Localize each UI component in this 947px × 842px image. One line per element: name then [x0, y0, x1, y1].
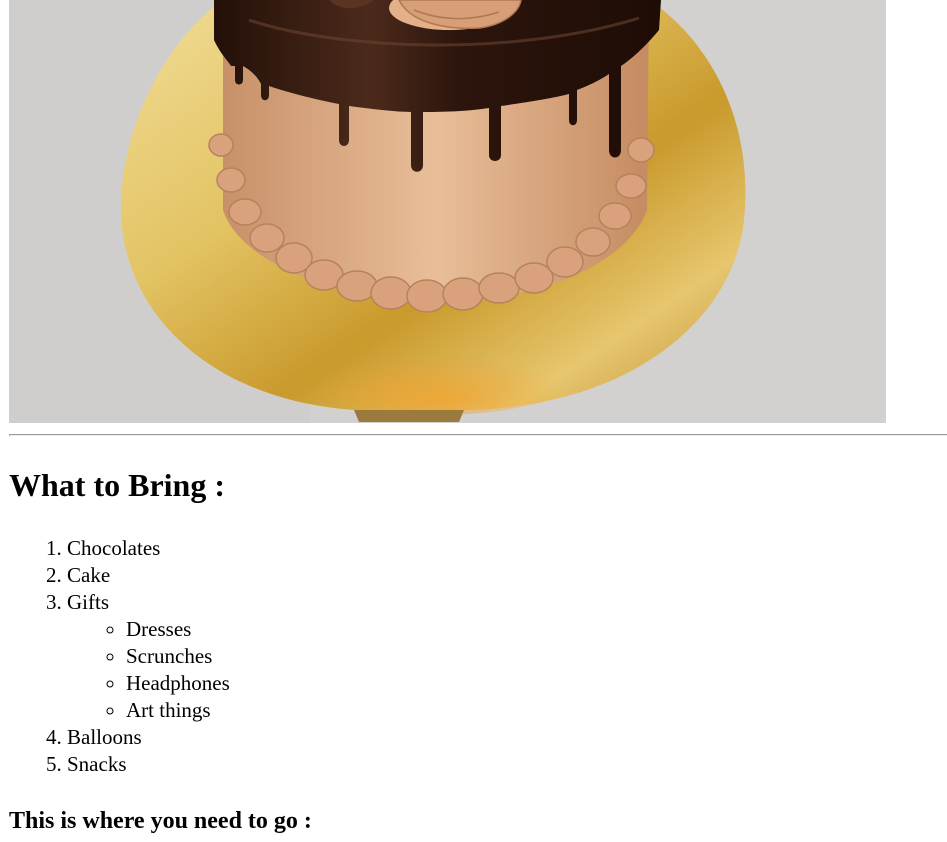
- where-to-go-heading: This is where you need to go :: [9, 808, 312, 834]
- list-item: Gifts Dresses Scrunches Headphones Art t…: [67, 589, 230, 724]
- sublist-item: Art things: [126, 697, 230, 724]
- sublist-item: Scrunches: [126, 643, 230, 670]
- gifts-sublist: Dresses Scrunches Headphones Art things: [67, 616, 230, 724]
- list-item: Chocolates: [67, 535, 230, 562]
- list-item: Snacks: [67, 751, 230, 778]
- list-item-label: Gifts: [67, 590, 109, 614]
- cake-photo: [9, 0, 886, 423]
- what-to-bring-heading: What to Bring :: [9, 467, 225, 503]
- list-item: Cake: [67, 562, 230, 589]
- list-item: Balloons: [67, 724, 230, 751]
- horizontal-divider: [9, 434, 947, 436]
- bring-list: Chocolates Cake Gifts Dresses Scrunches …: [9, 535, 230, 778]
- sublist-item: Headphones: [126, 670, 230, 697]
- sublist-item: Dresses: [126, 616, 230, 643]
